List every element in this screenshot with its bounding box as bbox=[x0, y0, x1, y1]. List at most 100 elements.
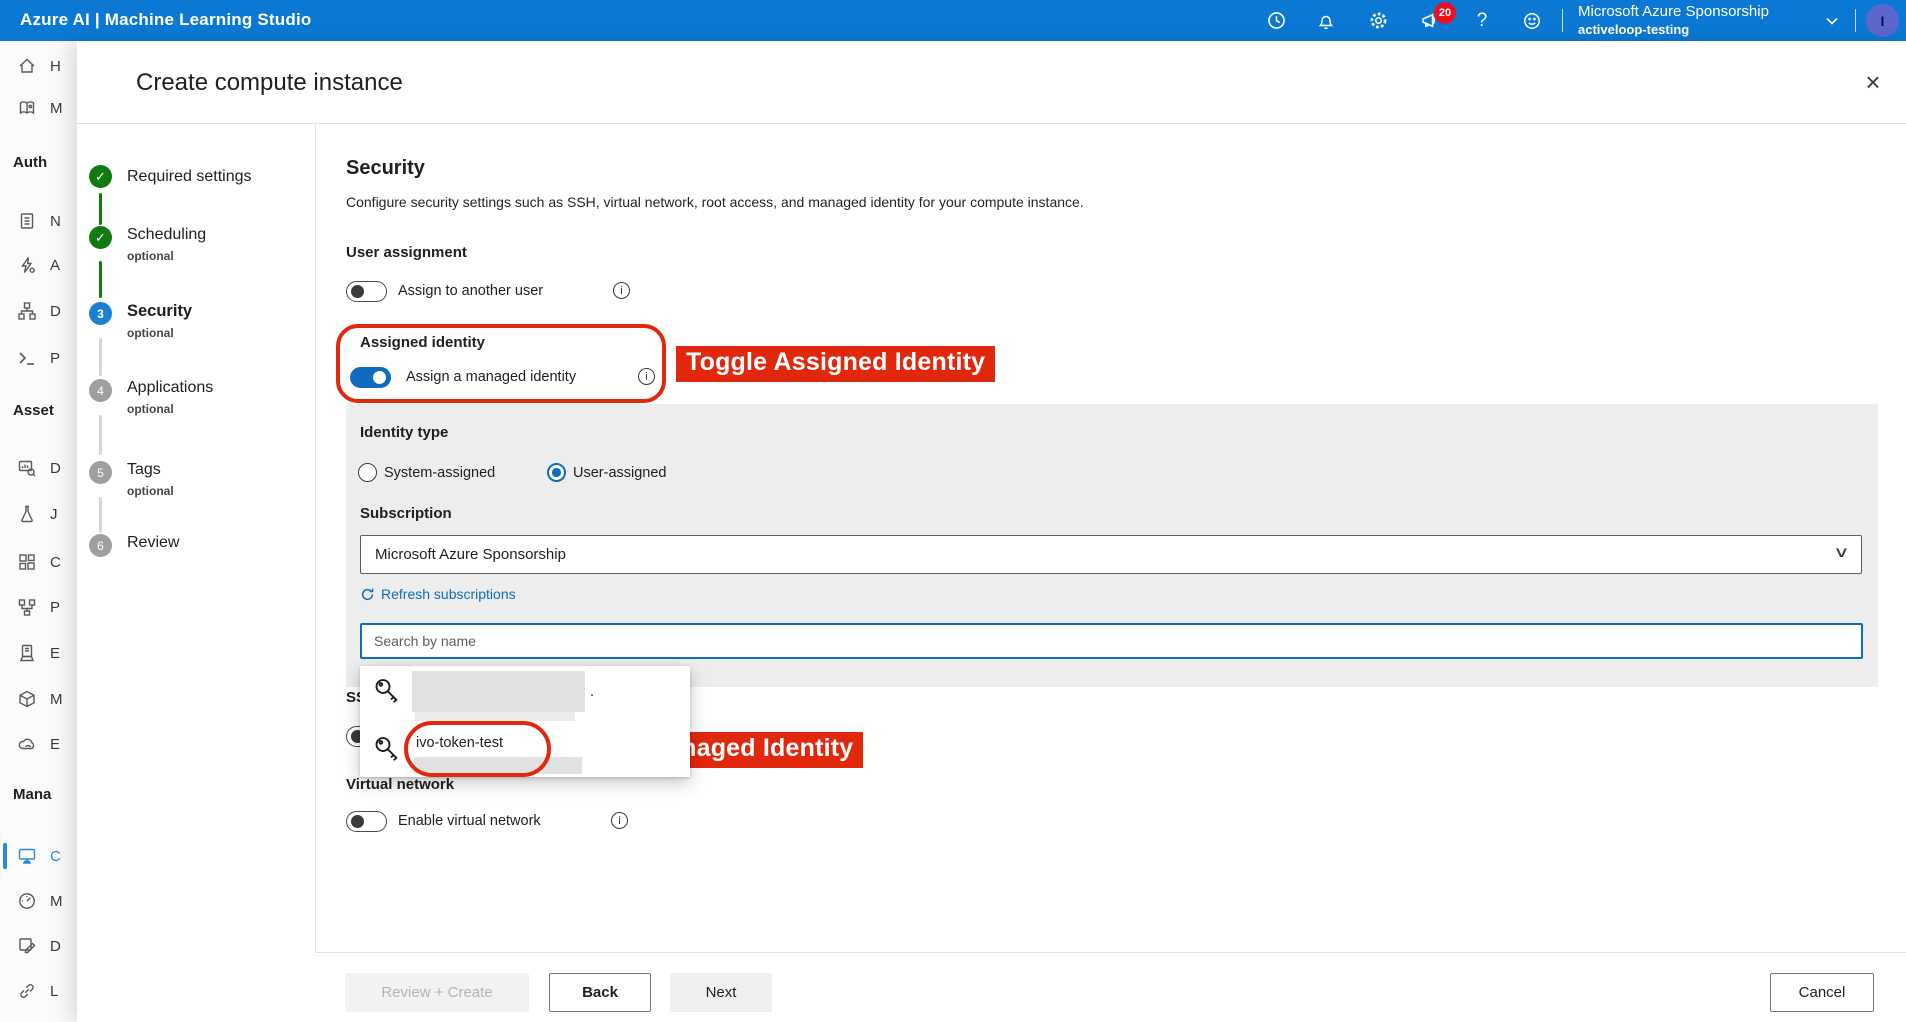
sidebar-item-model-catalog[interactable]: M bbox=[0, 91, 77, 125]
step-4-label[interactable]: Applications bbox=[127, 379, 213, 397]
model-catalog-icon bbox=[16, 97, 38, 119]
step-6-label[interactable]: Review bbox=[127, 534, 179, 552]
endpoints-cloud-icon bbox=[16, 733, 38, 755]
info-icon[interactable]: i bbox=[638, 368, 655, 385]
step-4-optional: optional bbox=[127, 402, 174, 416]
user-assigned-radio[interactable] bbox=[547, 463, 566, 482]
info-icon[interactable]: i bbox=[611, 812, 628, 829]
designer-icon bbox=[16, 300, 38, 322]
sidebar-item-pipelines[interactable]: P bbox=[0, 590, 77, 624]
stepper-divider bbox=[315, 123, 316, 952]
step-3-optional: optional bbox=[127, 326, 174, 340]
connector-5 bbox=[99, 497, 102, 533]
screen: Azure AI | Machine Learning Studio 20 ? … bbox=[0, 0, 1906, 1022]
step-2-check: ✓ bbox=[89, 226, 112, 249]
identity-type-label: Identity type bbox=[360, 424, 448, 441]
sidebar-item-monitoring[interactable]: M bbox=[0, 884, 77, 918]
section-heading: Security bbox=[346, 157, 425, 180]
step-1-check: ✓ bbox=[89, 165, 112, 188]
data-icon bbox=[16, 457, 38, 479]
top-bar: Azure AI | Machine Learning Studio 20 ? … bbox=[0, 0, 1906, 41]
step-5-optional: optional bbox=[127, 484, 174, 498]
sidebar-item-automated-ml[interactable]: A bbox=[0, 248, 77, 282]
workspace-name: activeloop-testing bbox=[1578, 21, 1769, 39]
sidebar-item-endpoints[interactable]: E bbox=[0, 727, 77, 761]
assign-other-user-label: Assign to another user bbox=[398, 283, 543, 299]
sidebar-item-prompt-flow[interactable]: P bbox=[0, 341, 77, 375]
step-2-label[interactable]: Scheduling bbox=[127, 226, 206, 244]
subscription-label: Subscription bbox=[360, 505, 452, 522]
user-avatar[interactable]: I bbox=[1866, 4, 1899, 37]
assign-other-user-toggle[interactable] bbox=[346, 281, 387, 302]
step-5-label[interactable]: Tags bbox=[127, 461, 161, 479]
chevron-down-icon[interactable] bbox=[1814, 0, 1850, 41]
models-cube-icon bbox=[16, 688, 38, 710]
virtual-network-label: Virtual network bbox=[346, 776, 454, 793]
jobs-flask-icon bbox=[16, 503, 38, 525]
clock-icon[interactable] bbox=[1258, 0, 1294, 41]
dialog-title: Create compute instance bbox=[136, 69, 403, 97]
help-icon[interactable]: ? bbox=[1464, 0, 1500, 41]
selected-indicator bbox=[3, 843, 7, 869]
sidebar-item-designer[interactable]: D bbox=[0, 294, 77, 328]
step-2-optional: optional bbox=[127, 249, 174, 263]
section-description: Configure security settings such as SSH,… bbox=[346, 194, 1084, 210]
notifications-bell-icon[interactable] bbox=[1308, 0, 1344, 41]
system-assigned-radio[interactable] bbox=[358, 463, 377, 482]
data-labeling-pencil-icon bbox=[16, 935, 38, 957]
sidebar-item-compute[interactable]: C bbox=[0, 839, 77, 873]
compute-icon bbox=[16, 845, 38, 867]
connector-4 bbox=[99, 415, 102, 455]
review-create-button[interactable]: Review + Create bbox=[345, 973, 529, 1012]
back-button[interactable]: Back bbox=[549, 973, 651, 1012]
environments-icon bbox=[16, 642, 38, 664]
identity-search-input[interactable] bbox=[360, 623, 1863, 659]
redacted-identity-name bbox=[412, 671, 585, 712]
connector-1 bbox=[99, 193, 102, 225]
step-3-number: 3 bbox=[89, 302, 112, 325]
close-icon[interactable]: × bbox=[1856, 65, 1890, 99]
info-icon[interactable]: i bbox=[613, 282, 630, 299]
sidebar-item-jobs[interactable]: J bbox=[0, 497, 77, 531]
settings-gear-icon[interactable] bbox=[1360, 0, 1396, 41]
key-icon bbox=[373, 676, 403, 712]
subscription-select[interactable]: Microsoft Azure Sponsorship ∨ bbox=[360, 535, 1862, 574]
sidebar-item-data-labeling[interactable]: D bbox=[0, 929, 77, 963]
user-assigned-label: User-assigned bbox=[573, 465, 667, 481]
sidebar-item-linked-services[interactable]: L bbox=[0, 974, 77, 1008]
sidebar-item-home[interactable]: H bbox=[0, 49, 77, 83]
sidebar-item-data[interactable]: D bbox=[0, 451, 77, 485]
chevron-down-icon: ∨ bbox=[1833, 543, 1849, 561]
sidebar-item-notebooks[interactable]: N bbox=[0, 204, 77, 238]
step-3-label[interactable]: Security bbox=[127, 302, 192, 321]
user-assignment-label: User assignment bbox=[346, 244, 467, 261]
automated-ml-icon bbox=[16, 254, 38, 276]
sidebar-item-components[interactable]: C bbox=[0, 545, 77, 579]
linked-services-icon bbox=[16, 980, 38, 1002]
step-5-number: 5 bbox=[89, 461, 112, 484]
check-icon: ✓ bbox=[95, 230, 106, 246]
workspace-switcher[interactable]: Microsoft Azure Sponsorship activeloop-t… bbox=[1578, 3, 1769, 39]
identity-option-1[interactable]: . bbox=[360, 666, 690, 721]
cancel-button[interactable]: Cancel bbox=[1770, 973, 1874, 1012]
sidebar-item-environments[interactable]: E bbox=[0, 636, 77, 670]
home-icon bbox=[16, 55, 38, 77]
feedback-smiley-icon[interactable] bbox=[1514, 0, 1550, 41]
notebooks-icon bbox=[16, 210, 38, 232]
monitoring-gauge-icon bbox=[16, 890, 38, 912]
annotation-oval-select-identity bbox=[404, 721, 551, 777]
sidebar-item-models[interactable]: M bbox=[0, 682, 77, 716]
topbar-divider bbox=[1562, 9, 1563, 32]
assigned-identity-label: Assigned identity bbox=[360, 334, 485, 351]
assign-managed-identity-toggle[interactable] bbox=[350, 367, 391, 388]
dot-text: . bbox=[590, 684, 594, 700]
redacted-identity-subtext bbox=[415, 712, 575, 721]
step-1-label[interactable]: Required settings bbox=[127, 168, 252, 186]
enable-vnet-toggle[interactable] bbox=[346, 811, 387, 832]
footer-divider bbox=[315, 952, 1906, 953]
header-divider bbox=[77, 123, 1906, 124]
enable-vnet-label: Enable virtual network bbox=[398, 813, 541, 829]
refresh-subscriptions-link[interactable]: Refresh subscriptions bbox=[360, 586, 516, 602]
announcements-count-badge: 20 bbox=[1434, 2, 1456, 24]
next-button[interactable]: Next bbox=[670, 973, 772, 1012]
